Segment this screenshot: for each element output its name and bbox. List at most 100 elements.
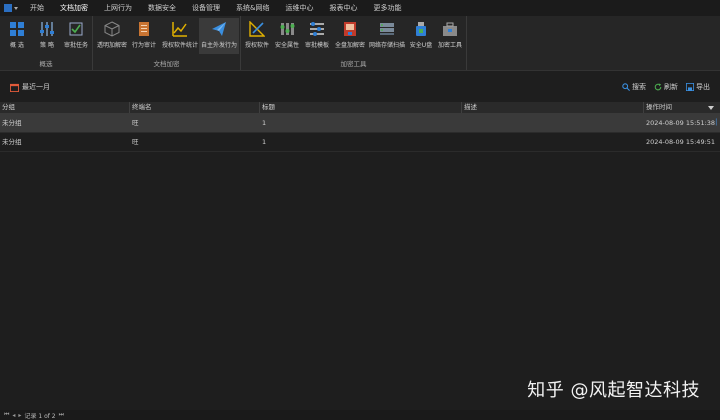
search-label: 搜索: [632, 83, 646, 91]
approval-template-label: 审批模板: [304, 42, 329, 49]
auth-software-label: 授权软件: [244, 42, 269, 49]
menu-more[interactable]: 更多功能: [365, 0, 409, 16]
approval-template-button[interactable]: 审批模板: [303, 18, 331, 54]
security-attr-label: 安全属性: [274, 42, 299, 49]
chart-icon: [172, 22, 187, 37]
ribbon-group-encrypt-tools: 授权软件 安全属性 审批模板 全盘加解密 网络存储扫描 安全U盘 加密工具 加密…: [241, 16, 467, 70]
cell-description: [462, 133, 464, 151]
cell-group: 未分组: [2, 119, 22, 127]
policy-button[interactable]: 策 略: [34, 18, 60, 54]
cell-title: 1: [262, 138, 267, 146]
table-row[interactable]: 未分组 旺 1 2024-08-09 15:49:51: [0, 133, 720, 152]
secure-usb-label: 安全U盘: [409, 42, 433, 49]
behavior-audit-button[interactable]: 行为审计: [130, 18, 158, 54]
self-outgoing-behavior-button[interactable]: 自主外发行为: [199, 18, 239, 54]
first-page-icon[interactable]: ⏮: [4, 411, 9, 419]
menu-data-security[interactable]: 数据安全: [140, 0, 184, 16]
approval-task-label: 审批任务: [63, 42, 88, 49]
auth-software-stats-label: 授权软件统计: [161, 42, 198, 49]
pen-ruler-icon: [249, 21, 265, 37]
ribbon-group-doc-encrypt: 透明加解密 行为审计 授权软件统计 自主外发行为 文档加密: [93, 16, 241, 70]
sliders-icon: [40, 22, 54, 36]
app-logo-icon: [4, 4, 12, 12]
cell-time: 2024-08-09 15:49:51: [646, 138, 716, 146]
full-disk-encrypt-label: 全盘加解密: [334, 42, 365, 49]
auth-software-stats-button[interactable]: 授权软件统计: [160, 18, 200, 54]
ribbon-group-overview: 概 选 策 略 审批任务 概选: [0, 16, 93, 70]
transparent-encrypt-button[interactable]: 透明加解密: [95, 18, 129, 54]
menu-bar: 开始 文档加密 上网行为 数据安全 设备管理 系统&网络 运维中心 报表中心 更…: [0, 0, 720, 17]
data-grid: 分组 终端名 标题 描述 操作时间 未分组 旺 1 2024-08-09 15:…: [0, 102, 720, 152]
list-toolbar: 最近一月 搜索 刷新 导出: [0, 76, 720, 100]
checklist-icon: [69, 22, 83, 36]
group-label-doc-encrypt: 文档加密: [153, 60, 180, 68]
menu-ops[interactable]: 运维中心: [277, 0, 321, 16]
recent-range-button[interactable]: 最近一月: [10, 82, 50, 92]
prev-page-icon[interactable]: ◂: [12, 412, 15, 419]
self-outgoing-behavior-label: 自主外发行为: [200, 42, 237, 49]
export-icon: [686, 83, 694, 91]
cell-terminal: 旺: [132, 138, 139, 146]
overview-button[interactable]: 概 选: [4, 18, 30, 54]
column-header-title[interactable]: 标题: [260, 102, 462, 113]
recent-range-label: 最近一月: [22, 83, 50, 91]
network-storage-scan-label: 网络存储扫描: [368, 42, 405, 49]
behavior-audit-label: 行为审计: [131, 42, 156, 49]
last-page-icon[interactable]: ⏭: [59, 411, 64, 419]
grid-header: 分组 终端名 标题 描述 操作时间: [0, 102, 720, 114]
encrypt-tools-label: 加密工具: [437, 42, 462, 49]
usb-icon: [416, 22, 426, 36]
full-disk-encrypt-button[interactable]: 全盘加解密: [333, 18, 367, 54]
calendar-icon: [10, 83, 19, 92]
cell-terminal: 旺: [132, 119, 139, 127]
cube-icon: [104, 21, 120, 37]
cell-time: 2024-08-09 15:51:38: [646, 119, 716, 127]
menu-device[interactable]: 设备管理: [184, 0, 228, 16]
policy-label: 策 略: [40, 42, 54, 49]
auth-software-button[interactable]: 授权软件: [243, 18, 271, 54]
audit-icon: [139, 22, 149, 36]
search-icon: [622, 83, 630, 91]
export-label: 导出: [696, 83, 710, 91]
toolbox-icon: [443, 22, 457, 36]
menu-doc-encrypt[interactable]: 文档加密: [52, 0, 96, 17]
menu-internet[interactable]: 上网行为: [96, 0, 140, 16]
group-label-encrypt-tools: 加密工具: [340, 60, 367, 68]
next-page-icon[interactable]: ▸: [18, 412, 21, 419]
search-button[interactable]: 搜索: [622, 82, 646, 92]
row-indicator-icon: ▏: [716, 119, 720, 126]
refresh-button[interactable]: 刷新: [654, 82, 678, 92]
grid-icon: [10, 22, 24, 36]
table-row[interactable]: 未分组 旺 1 2024-08-09 15:51:38 ▏: [0, 114, 720, 133]
cell-title: 1: [262, 119, 267, 127]
menu-report[interactable]: 报表中心: [321, 0, 365, 16]
sort-desc-icon[interactable]: [708, 106, 714, 110]
security-attr-button[interactable]: 安全属性: [273, 18, 301, 54]
menu-system-network[interactable]: 系统&网络: [228, 0, 277, 16]
overview-label: 概 选: [10, 42, 24, 49]
refresh-icon: [654, 83, 662, 91]
transparent-encrypt-label: 透明加解密: [96, 42, 127, 49]
network-storage-scan-button[interactable]: 网络存储扫描: [367, 18, 407, 54]
pager: ⏮ ◂ ▸ 记录 1 of 2 ⏭: [0, 410, 720, 420]
network-scan-icon: [380, 23, 394, 35]
column-header-time[interactable]: 操作时间: [644, 102, 712, 113]
column-header-group[interactable]: 分组: [0, 102, 130, 113]
column-header-terminal[interactable]: 终端名: [130, 102, 260, 113]
template-icon: [310, 22, 324, 36]
cell-description: [462, 114, 464, 132]
secure-usb-button[interactable]: 安全U盘: [408, 18, 434, 54]
export-button[interactable]: 导出: [686, 82, 710, 92]
app-menu-button[interactable]: [0, 0, 22, 16]
chevron-down-icon: [14, 6, 18, 10]
refresh-label: 刷新: [664, 83, 678, 91]
security-attr-icon: [280, 23, 295, 35]
approval-task-button[interactable]: 审批任务: [62, 18, 90, 54]
watermark: 知乎 @风起智达科技: [527, 380, 700, 401]
record-count: 记录 1 of 2: [24, 412, 56, 420]
encrypt-tools-button[interactable]: 加密工具: [436, 18, 464, 54]
paper-plane-icon: [212, 22, 226, 36]
cell-group: 未分组: [2, 138, 22, 146]
column-header-description[interactable]: 描述: [462, 102, 644, 113]
menu-start[interactable]: 开始: [22, 0, 52, 16]
